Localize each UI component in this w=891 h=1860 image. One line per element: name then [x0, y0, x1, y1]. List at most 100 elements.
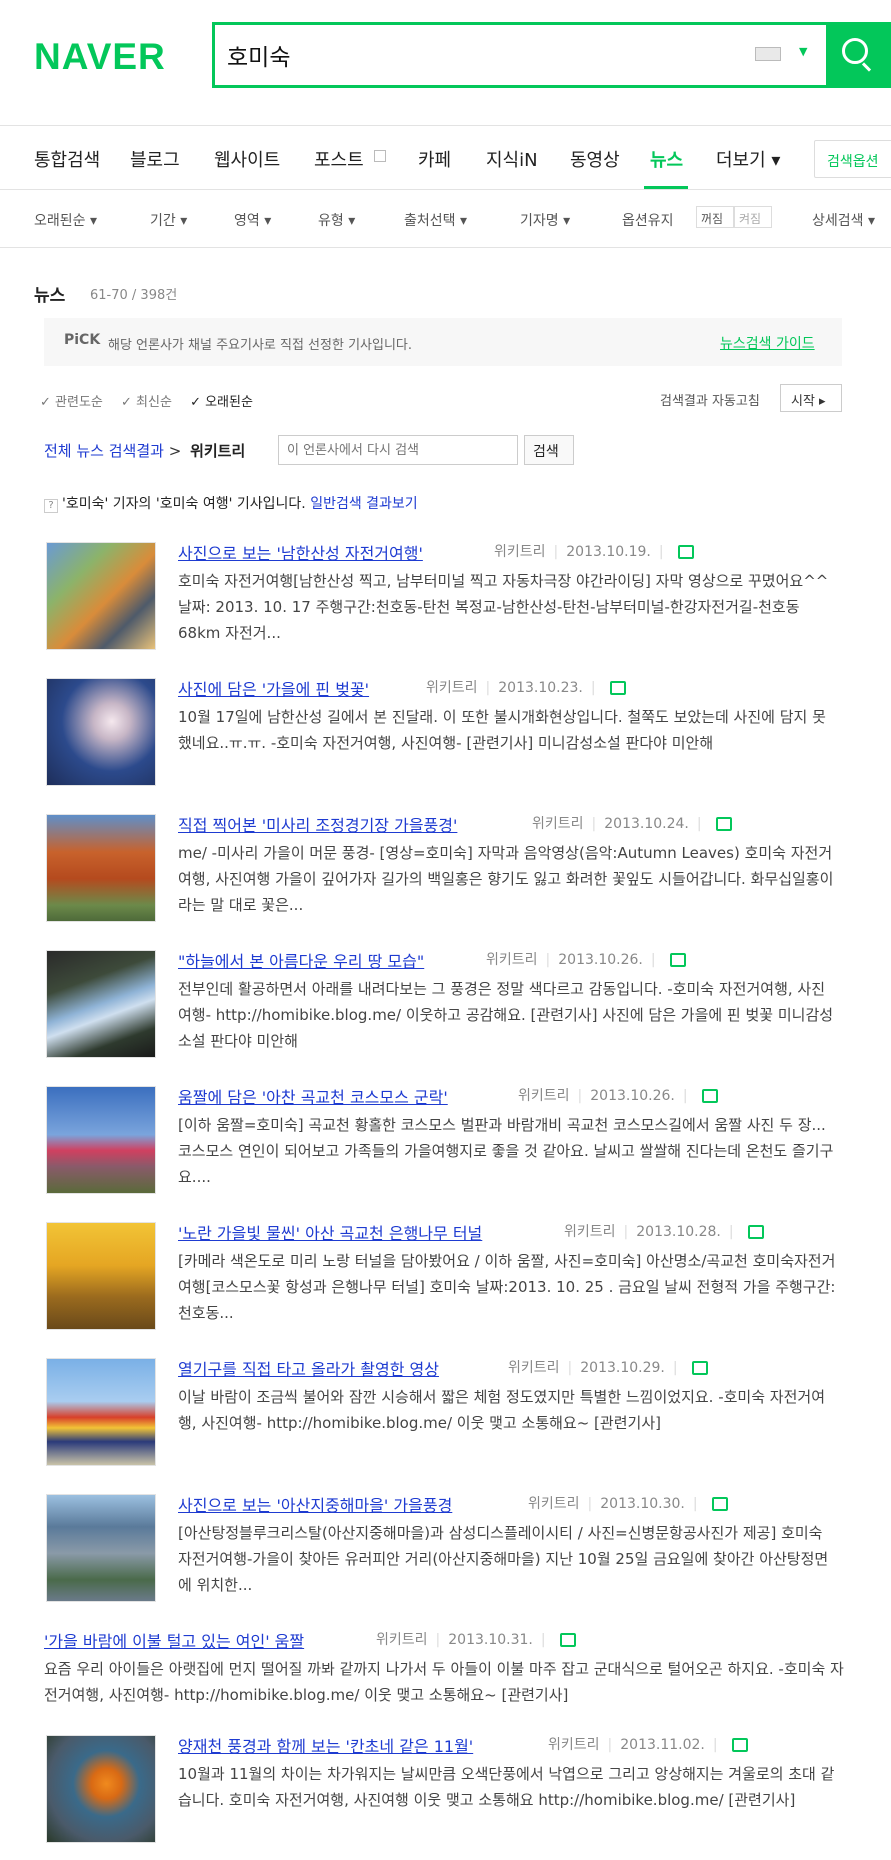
news-title-link[interactable]: 직접 찍어본 '미사리 조정경기장 가을풍경': [178, 812, 457, 836]
filter-period[interactable]: 기간 ▾: [150, 210, 187, 230]
notice-text: '호미숙' 기자의 '호미숙 여행' 기사입니다.: [62, 496, 306, 512]
news-snippet: 10월 17일에 남한산성 길에서 본 진달래. 이 또한 불시개화현상입니다.…: [178, 708, 826, 752]
news-thumbnail[interactable]: [46, 678, 156, 786]
news-snippet: [아산탕정블루크리스탈(아산지중해마을)과 삼성디스플레이시티 / 사진=신병문…: [178, 1524, 829, 1594]
press-research-input[interactable]: [278, 435, 518, 465]
news-thumbnail[interactable]: [46, 1494, 156, 1602]
tab-cafe[interactable]: 카페: [418, 146, 451, 172]
search-options-button[interactable]: 검색옵션: [814, 140, 891, 178]
share-icon[interactable]: [559, 1633, 576, 1647]
news-source[interactable]: 위키트리: [548, 1737, 600, 1753]
news-source[interactable]: 위키트리: [532, 816, 584, 832]
news-title-link[interactable]: 사진으로 보는 '아산지중해마을' 가을풍경: [178, 1492, 452, 1516]
tab-video[interactable]: 동영상: [570, 146, 620, 172]
news-thumbnail[interactable]: [46, 814, 156, 922]
news-title-link[interactable]: '노란 가을빛 물씬' 아산 곡교천 은행나무 터널: [178, 1220, 482, 1244]
news-thumbnail[interactable]: [46, 1358, 156, 1466]
filter-bar: 오래된순 ▾ 기간 ▾ 영역 ▾ 유형 ▾ 출처선택 ▾ 기자명 ▾ 옵션유지 …: [0, 190, 891, 248]
news-source[interactable]: 위키트리: [486, 952, 538, 968]
news-source[interactable]: 위키트리: [508, 1360, 560, 1376]
tab-more[interactable]: 더보기 ▾: [716, 146, 780, 172]
filter-detail[interactable]: 상세검색 ▾: [812, 210, 875, 230]
share-icon[interactable]: [747, 1225, 764, 1239]
sort-options: ✓ 관련도순 ✓ 최신순 ✓ 오래된순: [40, 391, 267, 410]
tab-integrated[interactable]: 통합검색: [34, 146, 100, 172]
search-button[interactable]: [826, 22, 891, 88]
tab-post[interactable]: 포스트: [314, 146, 364, 172]
result-count: 61-70 / 398건: [90, 288, 178, 303]
header: NAVER ▼: [0, 0, 891, 126]
filter-area[interactable]: 영역 ▾: [234, 210, 271, 230]
breadcrumb-current: 위키트리: [190, 442, 246, 460]
news-thumbnail[interactable]: [46, 950, 156, 1058]
news-title-link[interactable]: 사진에 담은 '가을에 핀 벚꽃': [178, 676, 369, 700]
search-icon: [842, 38, 868, 64]
tab-kin[interactable]: 지식iN: [486, 146, 538, 172]
help-icon[interactable]: ?: [44, 499, 58, 513]
search-input[interactable]: [227, 37, 647, 73]
filter-type[interactable]: 유형 ▾: [318, 210, 355, 230]
news-thumbnail[interactable]: [46, 1086, 156, 1194]
tab-news[interactable]: 뉴스: [650, 146, 683, 172]
news-snippet: 호미숙 자전거여행[남한산성 찍고, 남부터미널 찍고 자동차극장 야간라이딩]…: [178, 572, 829, 642]
share-icon[interactable]: [715, 817, 732, 831]
news-source[interactable]: 위키트리: [518, 1088, 570, 1104]
news-thumbnail[interactable]: [46, 542, 156, 650]
news-source[interactable]: 위키트리: [564, 1224, 616, 1240]
news-thumbnail[interactable]: [46, 1222, 156, 1330]
share-icon[interactable]: [711, 1497, 728, 1511]
post-icon: [374, 150, 386, 162]
news-date: 2013.10.19.: [566, 544, 651, 560]
tab-blog[interactable]: 블로그: [130, 146, 180, 172]
news-title-link[interactable]: 사진으로 보는 '남한산성 자전거여행': [178, 540, 423, 564]
news-snippet: 이날 바람이 조금씩 불어와 잠깐 시승해서 짧은 체험 정도였지만 특별한 느…: [178, 1388, 826, 1432]
share-icon[interactable]: [731, 1738, 748, 1752]
breadcrumb: 전체 뉴스 검색결과 > 위키트리: [44, 440, 245, 461]
toggle-off[interactable]: 꺼짐: [696, 206, 734, 228]
share-icon[interactable]: [677, 545, 694, 559]
news-source[interactable]: 위키트리: [494, 544, 546, 560]
news-guide-link[interactable]: 뉴스검색 가이드: [720, 333, 815, 353]
news-date: 2013.10.31.: [448, 1632, 533, 1648]
news-date: 2013.10.23.: [498, 680, 583, 696]
filter-reporter[interactable]: 기자명 ▾: [520, 210, 570, 230]
sort-oldest[interactable]: ✓ 오래된순: [190, 395, 253, 410]
toggle-on[interactable]: 켜짐: [734, 206, 772, 228]
share-icon[interactable]: [701, 1089, 718, 1103]
news-date: 2013.10.29.: [580, 1360, 665, 1376]
share-icon[interactable]: [609, 681, 626, 695]
option-keep-label: 옵션유지: [622, 213, 674, 229]
news-date: 2013.10.26.: [558, 952, 643, 968]
filter-sort[interactable]: 오래된순 ▾: [34, 210, 97, 230]
news-source[interactable]: 위키트리: [426, 680, 478, 696]
sort-latest[interactable]: ✓ 최신순: [121, 395, 172, 410]
filter-source[interactable]: 출처선택 ▾: [404, 210, 467, 230]
news-title-link[interactable]: 움짤에 담은 '아찬 곡교천 코스모스 군락': [178, 1084, 448, 1108]
pick-banner: PiCK 해당 언론사가 채널 주요기사로 직접 선정한 기사입니다. 뉴스검색…: [44, 318, 842, 366]
share-icon[interactable]: [669, 953, 686, 967]
vertical-tabs: 통합검색 블로그 웹사이트 포스트 카페 지식iN 동영상 뉴스 더보기 ▾ 검…: [0, 126, 891, 190]
naver-logo[interactable]: NAVER: [34, 36, 166, 78]
news-snippet: 요즘 우리 아이들은 아랫집에 먼지 떨어질 까봐 같까지 나가서 두 아들이 …: [44, 1660, 844, 1704]
sort-relevance[interactable]: ✓ 관련도순: [40, 395, 103, 410]
news-title-link[interactable]: '가을 바람에 이불 털고 있는 여인' 움짤: [44, 1628, 304, 1652]
section-title: 뉴스: [34, 286, 66, 306]
news-source[interactable]: 위키트리: [376, 1632, 428, 1648]
chevron-down-icon[interactable]: ▼: [799, 45, 807, 58]
pick-text: 해당 언론사가 채널 주요기사로 직접 선정한 기사입니다.: [108, 338, 413, 353]
news-thumbnail[interactable]: [46, 1735, 156, 1843]
auto-refresh-start-button[interactable]: 시작 ▸: [780, 384, 842, 412]
share-icon[interactable]: [691, 1361, 708, 1375]
all-news-link[interactable]: 전체 뉴스 검색결과: [44, 442, 164, 460]
news-source[interactable]: 위키트리: [528, 1496, 580, 1512]
breadcrumb-separator: >: [168, 442, 182, 460]
keyboard-icon[interactable]: [755, 47, 781, 61]
news-snippet: me/ -미사리 가을이 머문 풍경- [영상=호미숙] 자막과 음악영상(음악…: [178, 844, 834, 914]
news-title-link[interactable]: "하늘에서 본 아름다운 우리 땅 모습": [178, 948, 424, 972]
news-date: 2013.10.24.: [604, 816, 689, 832]
news-title-link[interactable]: 양재천 풍경과 함께 보는 '칸초네 같은 11월': [178, 1733, 473, 1757]
news-title-link[interactable]: 열기구를 직접 타고 올라가 촬영한 영상: [178, 1356, 439, 1380]
general-search-link[interactable]: 일반검색 결과보기: [310, 496, 418, 512]
press-research-button[interactable]: 검색: [524, 435, 574, 465]
tab-website[interactable]: 웹사이트: [214, 146, 280, 172]
